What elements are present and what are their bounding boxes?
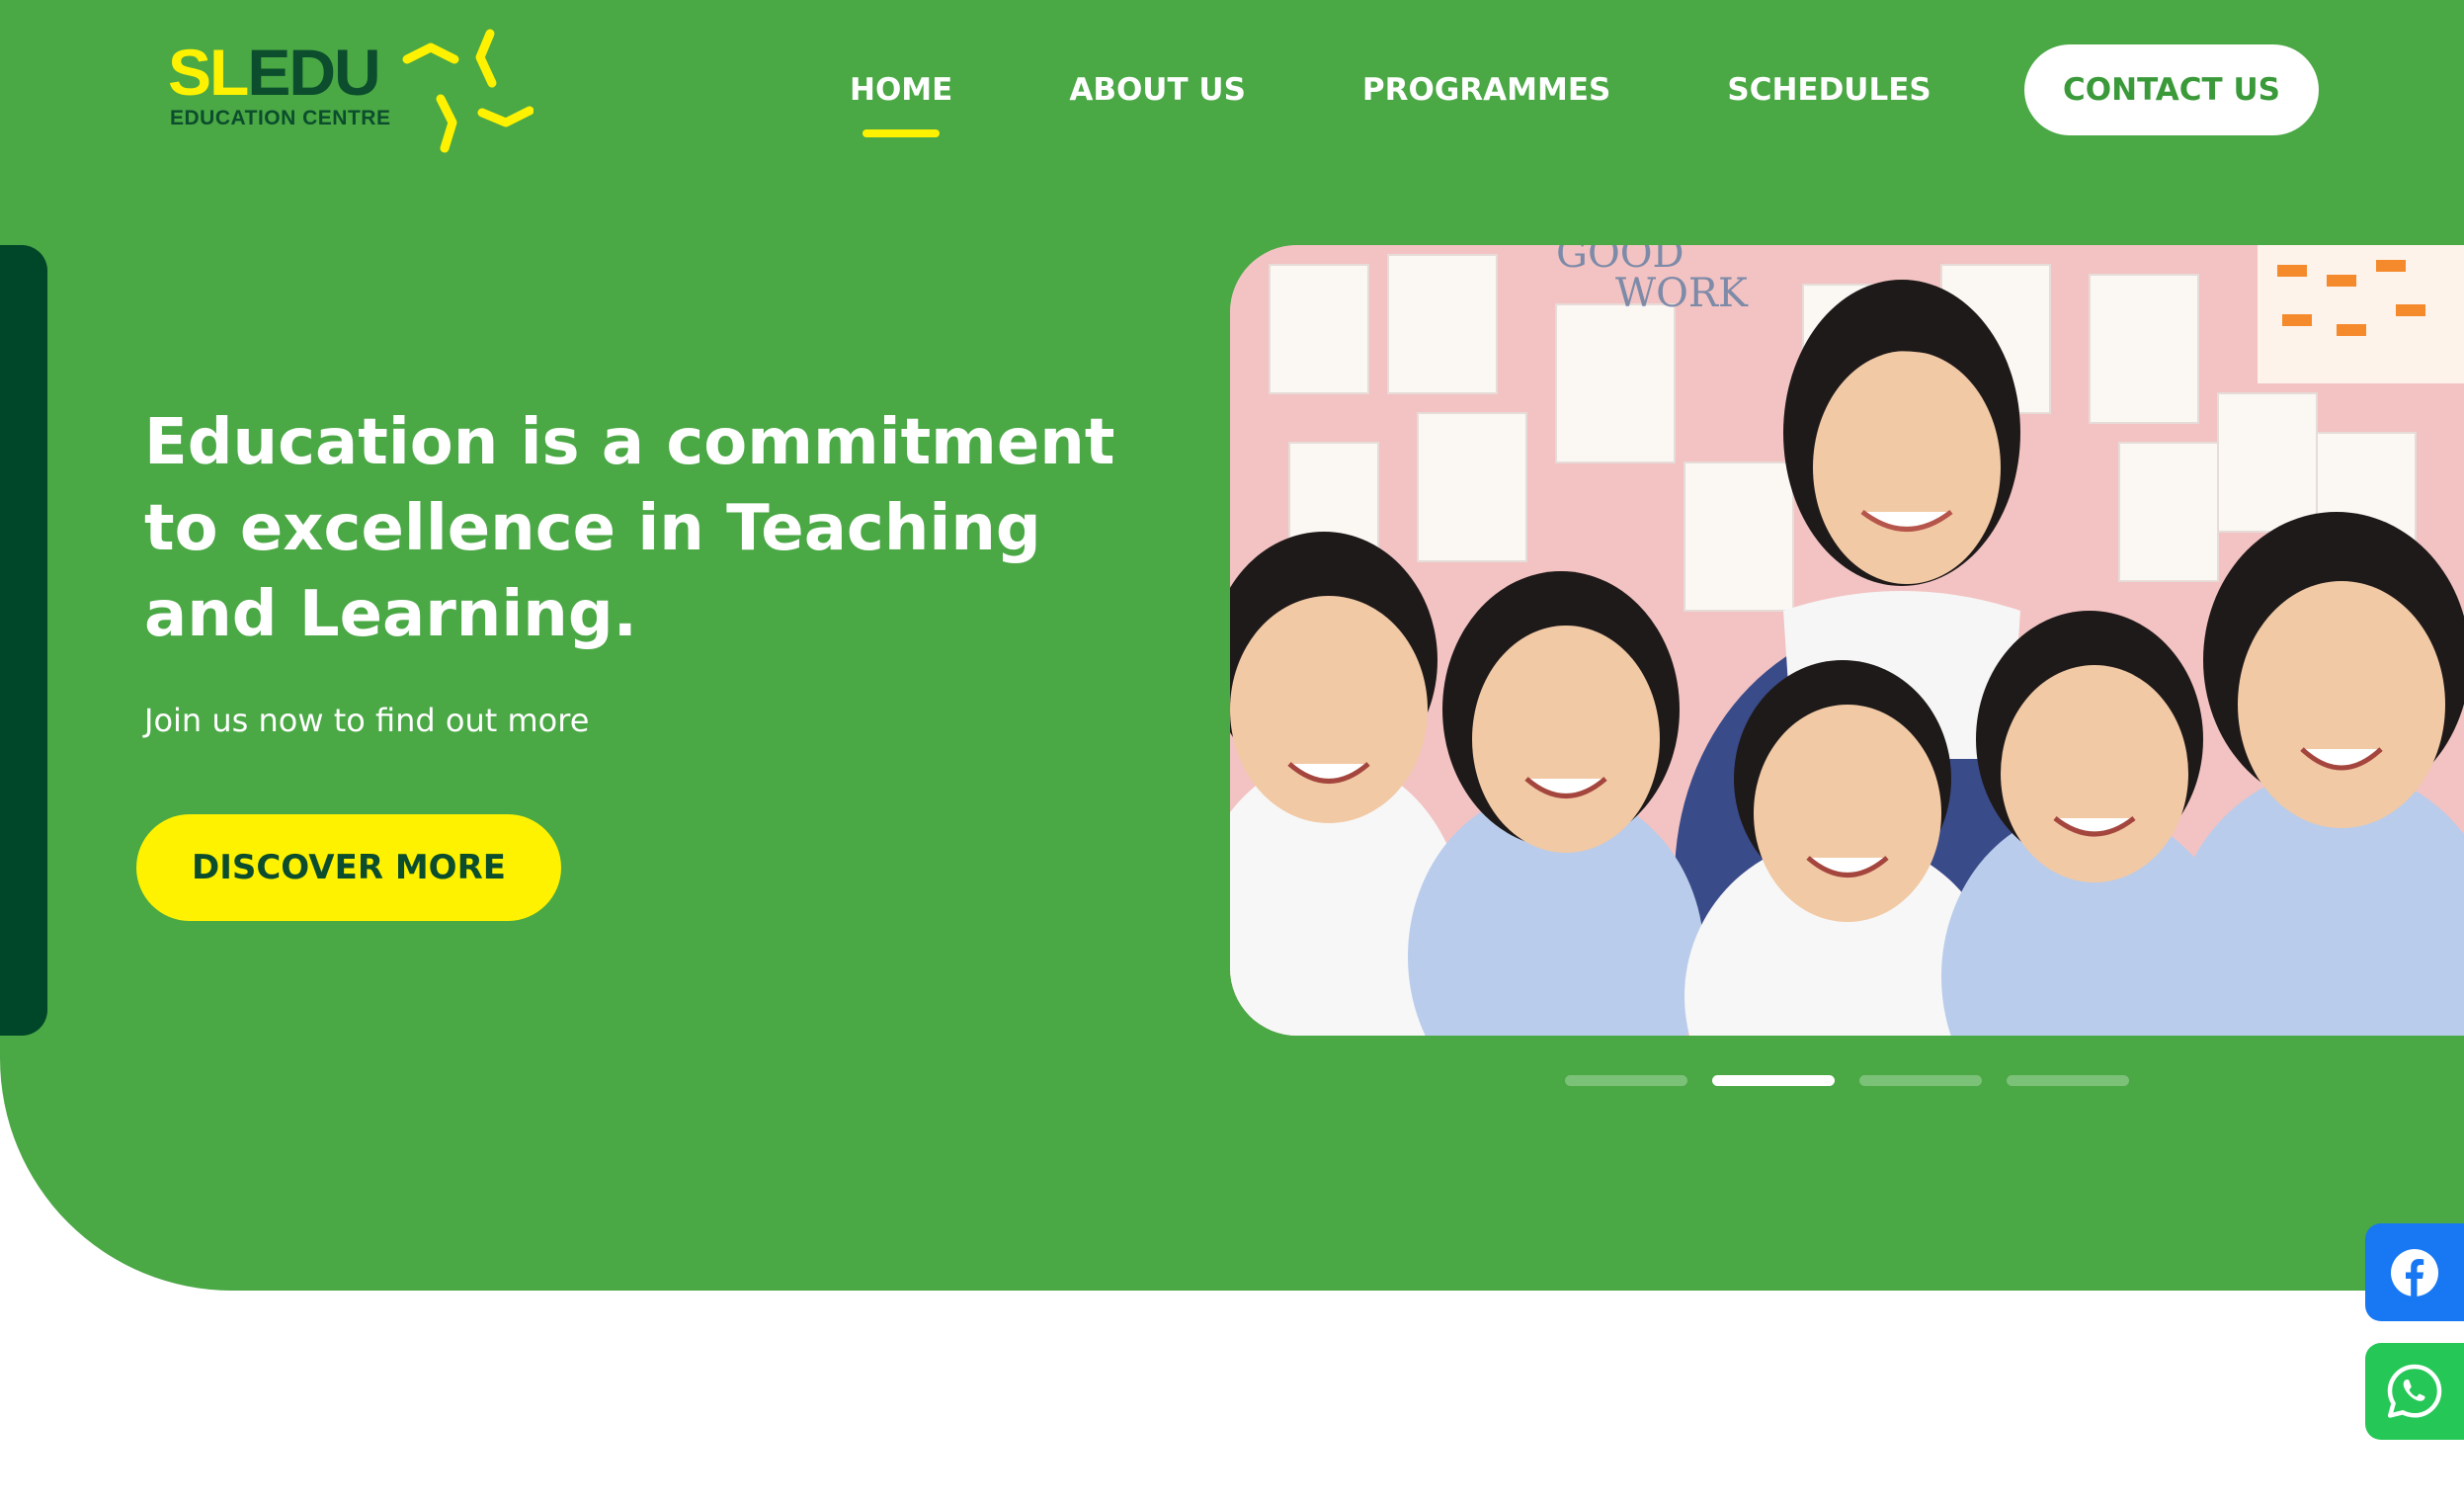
carousel-dot-3[interactable] xyxy=(1859,1075,1982,1086)
classroom-photo-illustration: GOOD WORK xyxy=(1230,245,2464,1036)
hero-section: SLEDU EDUCATION CENTRE HOME ABOUT US PRO… xyxy=(0,0,2464,1291)
nav-about-us[interactable]: ABOUT US xyxy=(1069,72,1246,108)
logo-wordmark: SLEDU xyxy=(168,36,381,109)
carousel-dot-2[interactable] xyxy=(1712,1075,1835,1086)
contact-us-button[interactable]: CONTACT US xyxy=(2024,44,2319,135)
hero-subline: Join us now to find out more xyxy=(144,702,590,739)
carousel-dot-1[interactable] xyxy=(1565,1075,1687,1086)
nav-home[interactable]: HOME xyxy=(850,72,952,108)
logo-arrows-icon xyxy=(402,29,534,153)
side-accent-tab xyxy=(0,245,47,1036)
discover-more-button[interactable]: DISCOVER MORE xyxy=(136,814,561,921)
carousel-dot-4[interactable] xyxy=(2007,1075,2129,1086)
carousel-indicators xyxy=(1565,1075,2154,1086)
facebook-button[interactable] xyxy=(2365,1223,2464,1321)
facebook-icon xyxy=(2391,1248,2438,1297)
whatsapp-button[interactable] xyxy=(2365,1343,2464,1440)
nav-schedules[interactable]: SCHEDULES xyxy=(1727,72,1930,108)
hero-headline: Education is a commitment to excellence … xyxy=(144,400,1132,658)
headline-line-2: to excellence in Teaching xyxy=(144,492,1041,565)
sledu-logo[interactable]: SLEDU EDUCATION CENTRE xyxy=(168,29,534,158)
logo-subtitle: EDUCATION CENTRE xyxy=(170,107,391,129)
whatsapp-icon xyxy=(2387,1364,2442,1418)
headline-line-3: and Learning. xyxy=(144,578,637,651)
hero-photo: GOOD WORK xyxy=(1230,245,2464,1036)
main-nav: HOME ABOUT US PROGRAMMES SCHEDULES xyxy=(850,44,2048,135)
board-text-work: WORK xyxy=(1615,271,1749,316)
nav-programmes[interactable]: PROGRAMMES xyxy=(1362,72,1610,108)
headline-line-1: Education is a commitment xyxy=(144,406,1115,479)
